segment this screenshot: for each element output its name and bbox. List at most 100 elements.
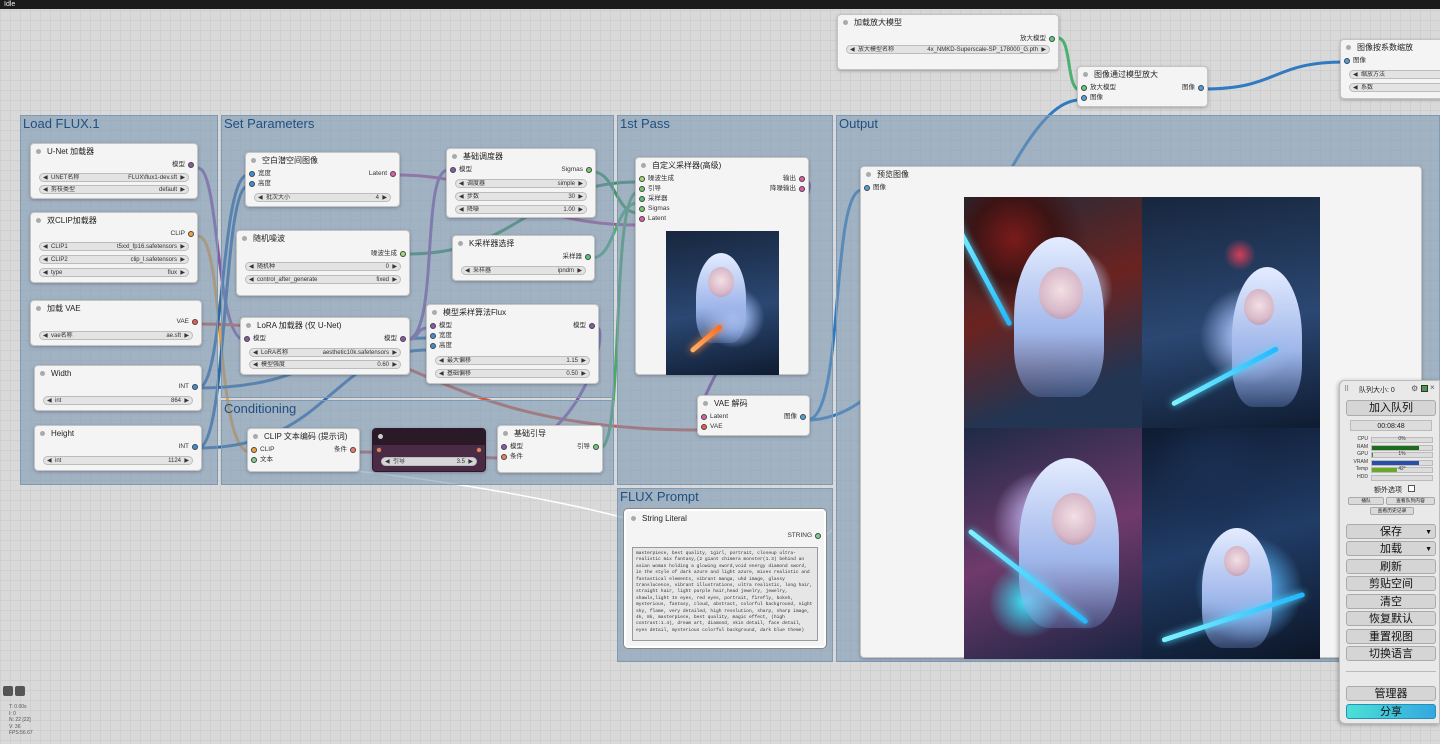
arrow-right-icon[interactable]: ▶ <box>180 243 185 250</box>
lora-strength-widget[interactable]: ◀ 模型强度 0.60 ▶ <box>249 360 401 369</box>
output-socket[interactable] <box>192 319 198 325</box>
node-basic-guider[interactable]: 基础引导 模型 引导 条件 <box>497 425 603 473</box>
input-height[interactable]: 高度 <box>427 341 598 351</box>
arrow-left-icon[interactable]: ◀ <box>1353 84 1358 91</box>
arrow-right-icon[interactable]: ▶ <box>581 370 586 377</box>
node-ksampler-select[interactable]: K采样器选择 采样器 ◀ 采样器 ipndm ▶ <box>452 235 595 281</box>
arrow-left-icon[interactable]: ◀ <box>465 267 470 274</box>
preview-thumbnail[interactable] <box>964 197 1142 428</box>
input-socket[interactable] <box>376 447 382 453</box>
type-widget[interactable]: ◀ type flux ▶ <box>39 268 189 277</box>
output-sampler[interactable]: 采样器 <box>453 252 594 262</box>
input-latent[interactable]: Latent 图像 <box>698 412 809 422</box>
input-images[interactable]: 图像 <box>861 183 1421 193</box>
output-socket[interactable] <box>585 254 591 260</box>
arrow-left-icon[interactable]: ◀ <box>47 457 52 464</box>
output-noise[interactable]: 噪波生成 <box>237 249 409 259</box>
input-model[interactable]: 模型 引导 <box>498 442 602 452</box>
drag-handle-icon[interactable]: ⠿ <box>1344 385 1349 393</box>
arrow-right-icon[interactable]: ▶ <box>581 357 586 364</box>
prompt-textarea[interactable]: masterpiece, best quality, 1girl, portra… <box>632 547 818 641</box>
node-lora-loader[interactable]: LoRA 加载器 (仅 U-Net) 模型 模型 ◀ LoRA名称 aesthetic… <box>240 317 410 375</box>
arrow-right-icon[interactable]: ▶ <box>184 457 189 464</box>
node-model-sampling-flux[interactable]: 模型采样算法Flux 模型 模型 宽度 高度 ◀ 最大偏移 1.15 ▶ ◀ 基础偏移 0.… <box>426 304 599 384</box>
node-canvas[interactable]: Idle Load FLUX.1 Set Parameters Conditio… <box>0 0 1440 744</box>
scale-by-widget[interactable]: ◀ 系数 <box>1349 83 1440 92</box>
output-socket[interactable] <box>400 251 406 257</box>
input-socket[interactable] <box>639 216 645 222</box>
guidance-widget[interactable]: ◀ 引导 3.5 ▶ <box>381 457 477 466</box>
input-image[interactable]: 图像 <box>1078 93 1207 103</box>
input-socket[interactable] <box>701 414 707 420</box>
output-socket[interactable] <box>799 176 805 182</box>
output-socket[interactable] <box>589 323 595 329</box>
output-socket[interactable] <box>350 447 356 453</box>
scheduler-widget[interactable]: ◀ 调度器 simple ▶ <box>455 179 587 188</box>
input-socket[interactable] <box>430 343 436 349</box>
output-int[interactable]: INT <box>35 382 201 392</box>
clear-button[interactable]: 清空 <box>1346 594 1436 609</box>
output-socket[interactable] <box>815 533 821 539</box>
output-socket[interactable] <box>390 171 396 177</box>
input-socket[interactable] <box>501 444 507 450</box>
output-socket[interactable] <box>1049 36 1055 42</box>
upscale-model-name-widget[interactable]: ◀ 放大模型名称 4x_NMKD-Superscale-SP_178000_G.pt… <box>846 45 1050 54</box>
chevron-down-icon[interactable]: ▼ <box>1425 542 1432 557</box>
lora-name-widget[interactable]: ◀ LoRA名称 aesthetic10k.safetensors ▶ <box>249 348 401 357</box>
arrow-left-icon[interactable]: ◀ <box>850 46 855 53</box>
node-sampler-custom-advanced[interactable]: 自定义采样器(高级) 噪波生成 输出 引导 降噪输出 采样器 Sigmas Late… <box>635 157 809 375</box>
denoise-widget[interactable]: ◀ 降噪 1.00 ▶ <box>455 205 587 214</box>
output-int[interactable]: INT <box>35 442 201 452</box>
output-socket[interactable] <box>188 231 194 237</box>
weight-dtype-widget[interactable]: ◀ 剪枝类型 default ▶ <box>39 185 189 194</box>
extra-options-checkbox[interactable] <box>1408 485 1415 492</box>
output-socket[interactable] <box>192 384 198 390</box>
control-after-generate-widget[interactable]: ◀ control_after_generate fixed ▶ <box>245 275 401 284</box>
preview-thumbnail[interactable] <box>1142 197 1320 428</box>
input-socket[interactable] <box>639 176 645 182</box>
canvas-pin-icon[interactable] <box>15 686 25 696</box>
arrow-right-icon[interactable]: ▶ <box>577 267 582 274</box>
node-vae-decode[interactable]: VAE 解码 Latent 图像 VAE <box>697 395 810 436</box>
node-height[interactable]: Height INT ◀ int 1124 ▶ <box>34 425 202 471</box>
queue-prompt-button[interactable]: 加入队列 <box>1346 400 1436 416</box>
arrow-left-icon[interactable]: ◀ <box>43 332 48 339</box>
arrow-right-icon[interactable]: ▶ <box>392 263 397 270</box>
input-height[interactable]: 高度 <box>246 179 399 189</box>
output-string[interactable]: STRING <box>626 531 824 541</box>
output-socket[interactable] <box>593 444 599 450</box>
queue-side-panel[interactable]: ⠿ 队列大小: 0 ⚙ × 加入队列 00:08:48 CPU 0% RAM GPU 1… <box>1339 380 1440 724</box>
arrow-right-icon[interactable]: ▶ <box>184 332 189 339</box>
input-socket[interactable] <box>1081 95 1087 101</box>
input-image[interactable]: 图像 <box>1341 56 1440 66</box>
node-random-noise[interactable]: 随机噪波 噪波生成 ◀ 随机种 0 ▶ ◀ control_after_generate… <box>236 230 410 296</box>
arrow-right-icon[interactable]: ▶ <box>184 397 189 404</box>
arrow-right-icon[interactable]: ▶ <box>1041 46 1046 53</box>
clipspace-button[interactable]: 剪贴空间 <box>1346 576 1436 591</box>
input-clip[interactable]: CLIP 条件 <box>248 445 359 455</box>
preview-thumbnail[interactable] <box>964 428 1142 659</box>
node-empty-latent[interactable]: 空白潜空间图像 宽度 Latent 高度 ◀ 批次大小 4 ▶ <box>245 152 400 207</box>
input-socket[interactable] <box>249 171 255 177</box>
arrow-left-icon[interactable]: ◀ <box>439 357 444 364</box>
input-socket[interactable] <box>701 424 707 430</box>
input-socket[interactable] <box>1081 85 1087 91</box>
node-width[interactable]: Width INT ◀ int 864 ▶ <box>34 365 202 411</box>
input-noise[interactable]: 噪波生成 输出 <box>636 174 808 184</box>
arrow-left-icon[interactable]: ◀ <box>43 269 48 276</box>
input-vae[interactable]: VAE <box>698 422 809 432</box>
output-socket[interactable] <box>799 186 805 192</box>
steps-widget[interactable]: ◀ 步数 30 ▶ <box>455 192 587 201</box>
node-image-upscale-with-model[interactable]: 图像通过模型放大 放大模型 图像 图像 <box>1077 66 1208 107</box>
input-socket[interactable] <box>251 457 257 463</box>
arrow-right-icon[interactable]: ▶ <box>578 180 583 187</box>
arrow-right-icon[interactable]: ▶ <box>180 256 185 263</box>
node-vae-loader[interactable]: 加载 VAE VAE ◀ vae名称 ae.sft ▶ <box>30 300 202 346</box>
output-model[interactable]: 模型 <box>31 160 197 170</box>
arrow-left-icon[interactable]: ◀ <box>43 256 48 263</box>
arrow-left-icon[interactable]: ◀ <box>253 361 258 368</box>
canvas-menu-icon[interactable] <box>3 686 13 696</box>
arrow-left-icon[interactable]: ◀ <box>459 180 464 187</box>
arrow-left-icon[interactable]: ◀ <box>43 174 48 181</box>
close-icon[interactable]: × <box>1430 383 1435 392</box>
